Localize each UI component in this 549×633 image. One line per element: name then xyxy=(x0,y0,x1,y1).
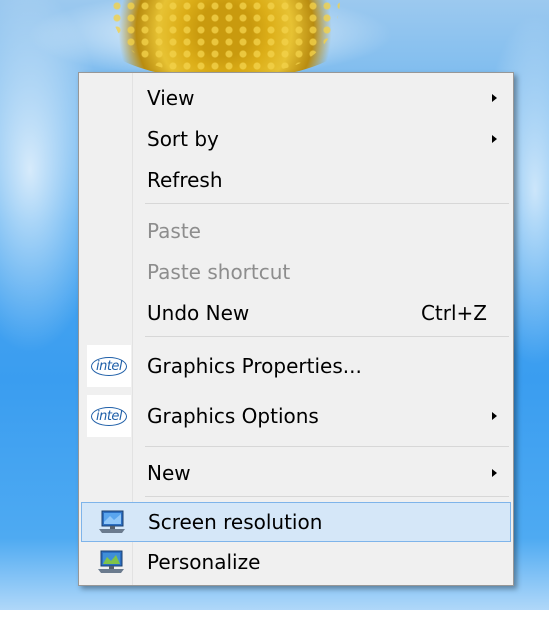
menu-item-graphics-options[interactable]: intel Graphics Options xyxy=(81,395,511,437)
intel-icon: intel xyxy=(87,395,131,437)
submenu-arrow-icon xyxy=(492,135,497,143)
submenu-arrow-icon xyxy=(492,469,497,477)
menu-item-label: Screen resolution xyxy=(148,510,323,534)
menu-item-label: Paste shortcut xyxy=(147,260,291,284)
menu-item-label: Sort by xyxy=(147,127,219,151)
menu-item-label: Graphics Options xyxy=(147,404,319,428)
menu-item-view[interactable]: View xyxy=(81,79,511,117)
menu-item-undo-new[interactable]: Undo New Ctrl+Z xyxy=(81,294,511,332)
menu-item-graphics-properties[interactable]: intel Graphics Properties... xyxy=(81,345,511,387)
menu-item-paste: Paste xyxy=(81,212,511,250)
submenu-arrow-icon xyxy=(492,94,497,102)
menu-item-refresh[interactable]: Refresh xyxy=(81,161,511,199)
monitor-icon xyxy=(98,550,124,573)
menu-separator xyxy=(145,496,509,497)
menu-item-label: Refresh xyxy=(147,168,223,192)
submenu-arrow-icon xyxy=(492,412,497,420)
menu-item-personalize[interactable]: Personalize xyxy=(81,543,511,581)
wallpaper-bottom-strip xyxy=(0,610,549,633)
menu-item-sort-by[interactable]: Sort by xyxy=(81,120,511,158)
menu-item-label: Graphics Properties... xyxy=(147,354,362,378)
menu-item-screen-resolution[interactable]: Screen resolution xyxy=(81,502,511,542)
menu-item-label: New xyxy=(147,461,191,485)
menu-separator xyxy=(145,336,509,337)
menu-item-label: Personalize xyxy=(147,550,261,574)
intel-icon: intel xyxy=(87,345,131,387)
menu-item-new[interactable]: New xyxy=(81,454,511,492)
desktop-context-menu: View Sort by Refresh Paste Paste shortcu… xyxy=(78,72,514,586)
menu-separator xyxy=(145,446,509,447)
menu-item-paste-shortcut: Paste shortcut xyxy=(81,253,511,291)
flower-center xyxy=(110,0,340,70)
menu-item-label: View xyxy=(147,86,195,110)
monitor-icon xyxy=(99,510,125,533)
menu-item-label: Paste xyxy=(147,219,201,243)
menu-separator xyxy=(145,203,509,204)
menu-item-label: Undo New xyxy=(147,301,250,325)
menu-item-shortcut: Ctrl+Z xyxy=(420,301,487,325)
